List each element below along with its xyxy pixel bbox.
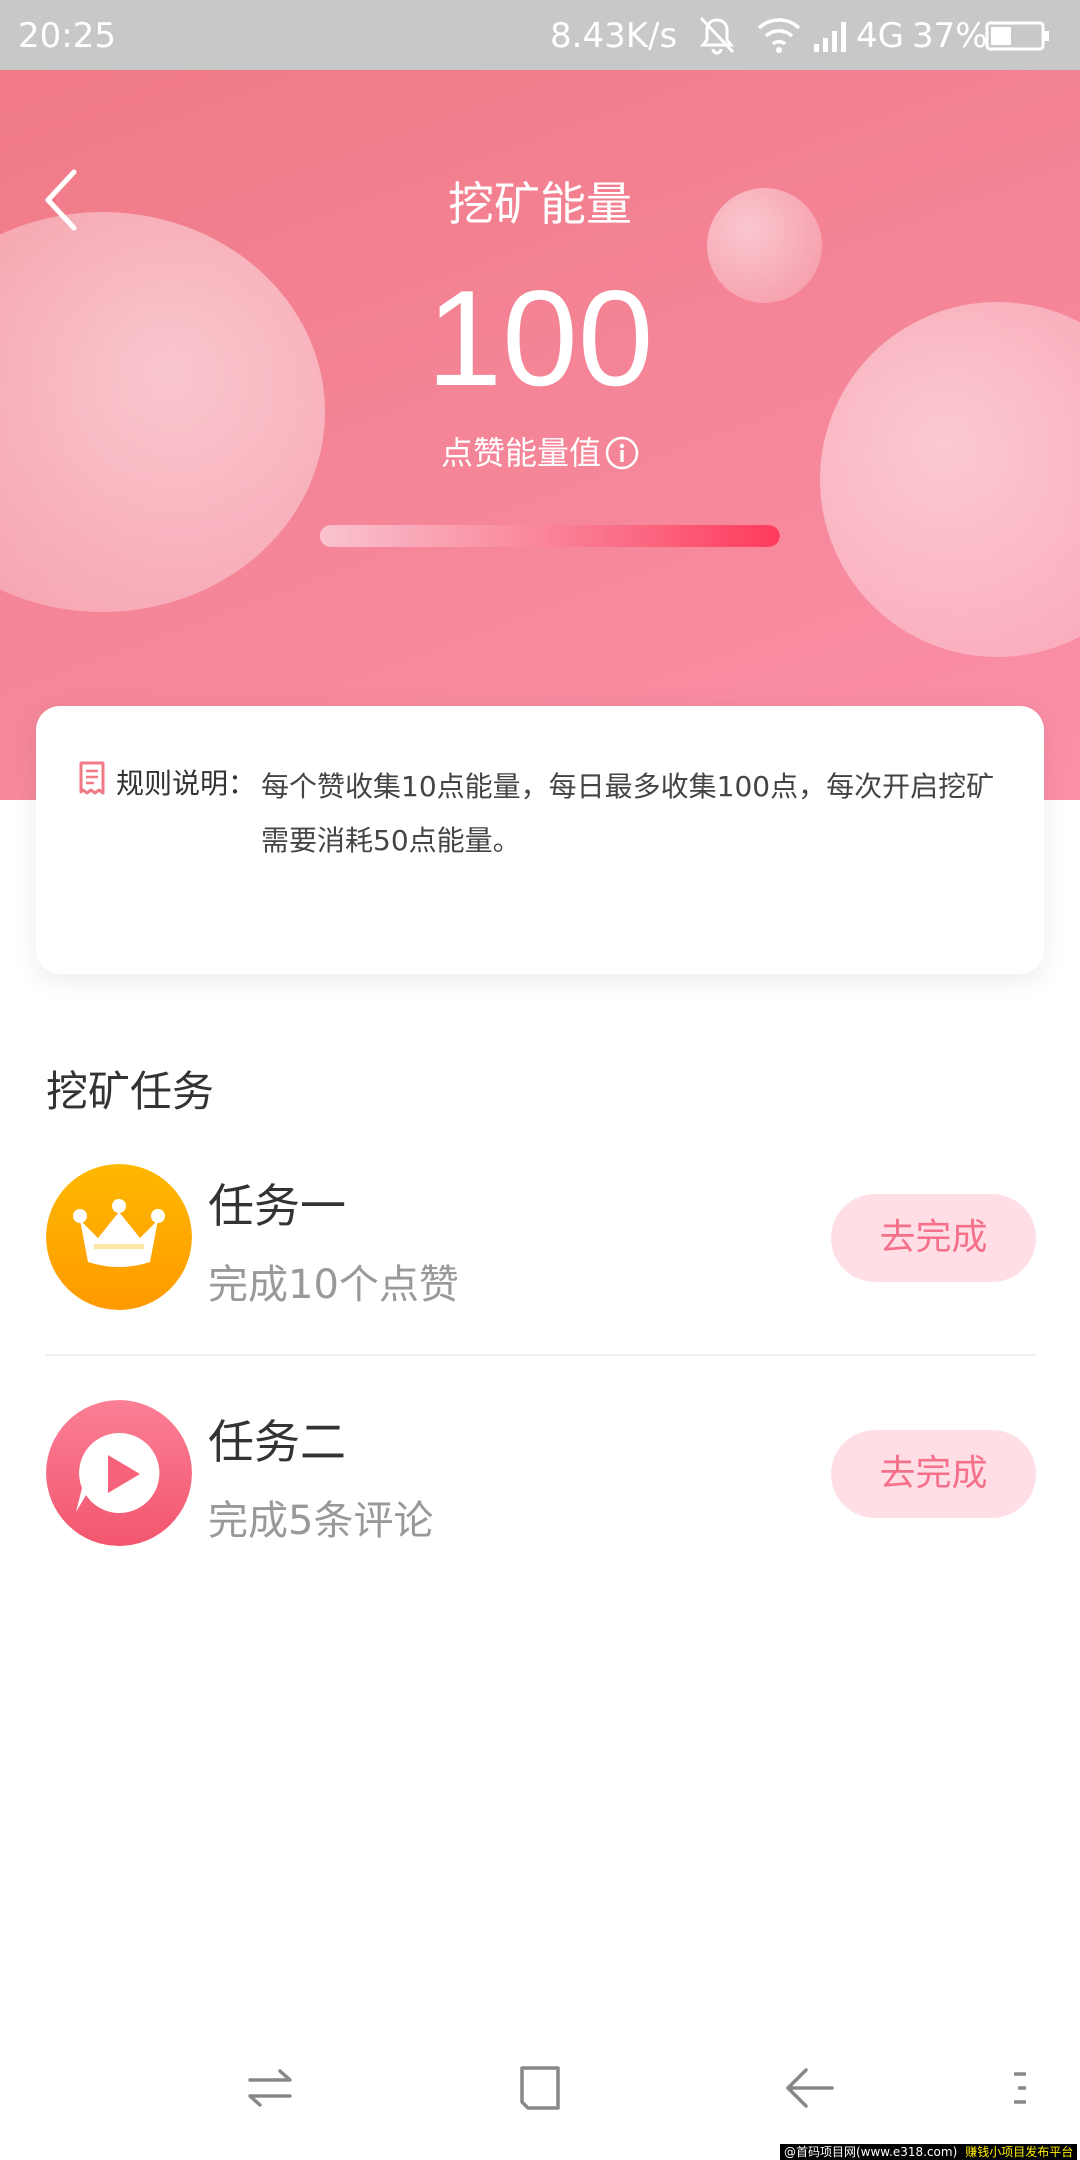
rules-text: 每个赞收集10点能量，每日最多收集100点，每次开启挖矿需要消耗50点能量。	[261, 770, 995, 857]
status-time: 20:25	[18, 16, 116, 56]
back-nav-icon[interactable]	[782, 2060, 838, 2116]
battery-icon	[985, 21, 1049, 51]
task-divider	[46, 1354, 1036, 1356]
play-bubble-icon	[46, 1400, 192, 1546]
signal-icon	[814, 22, 846, 52]
battery-percent: 37%	[912, 16, 988, 56]
switch-arrows-icon[interactable]	[242, 2060, 298, 2116]
task-item: 任务二 完成5条评论 去完成	[46, 1398, 1036, 1548]
page-title: 挖矿能量	[448, 177, 632, 231]
rules-document-icon	[79, 761, 105, 795]
mute-bell-icon	[699, 16, 735, 55]
task-item: 任务一 完成10个点赞 去完成	[46, 1162, 1036, 1312]
task-title: 任务一	[208, 1179, 346, 1233]
watermark-text-site: @首码项目网(www.e318.com)	[784, 2145, 958, 2159]
energy-header: 挖矿能量 100 点赞能量值	[0, 70, 1080, 800]
watermark-text-slogan: 赚钱小项目发布平台	[965, 2145, 1074, 2159]
energy-label-row: 点赞能量值	[0, 428, 1080, 474]
task-title: 任务二	[208, 1415, 346, 1469]
network-speed: 8.43K/s	[550, 16, 678, 56]
task-complete-button[interactable]: 去完成	[831, 1194, 1036, 1282]
energy-label: 点赞能量值	[440, 434, 601, 472]
task-complete-button[interactable]: 去完成	[831, 1430, 1036, 1518]
menu-lines-icon[interactable]	[1000, 2060, 1056, 2116]
task-description: 完成10个点赞	[208, 1262, 459, 1308]
home-square-icon[interactable]	[512, 2060, 568, 2116]
network-type: 4G	[856, 16, 904, 56]
tasks-section-title: 挖矿任务	[46, 1067, 215, 1116]
crown-icon	[46, 1164, 192, 1310]
status-bar: 20:25 8.43K/s 4G 37%	[0, 0, 1080, 70]
info-icon[interactable]	[605, 436, 639, 470]
energy-progress-fill	[320, 525, 780, 547]
energy-value: 100	[426, 262, 654, 414]
wifi-icon	[757, 18, 801, 53]
rules-card: 规则说明： 每个赞收集10点能量，每日最多收集100点，每次开启挖矿需要消耗50…	[36, 706, 1044, 974]
rules-label: 规则说明：	[116, 767, 257, 800]
task-description: 完成5条评论	[208, 1498, 434, 1544]
energy-progress-bar	[320, 525, 780, 547]
watermark: @首码项目网(www.e318.com) 赚钱小项目发布平台	[780, 2144, 1078, 2160]
